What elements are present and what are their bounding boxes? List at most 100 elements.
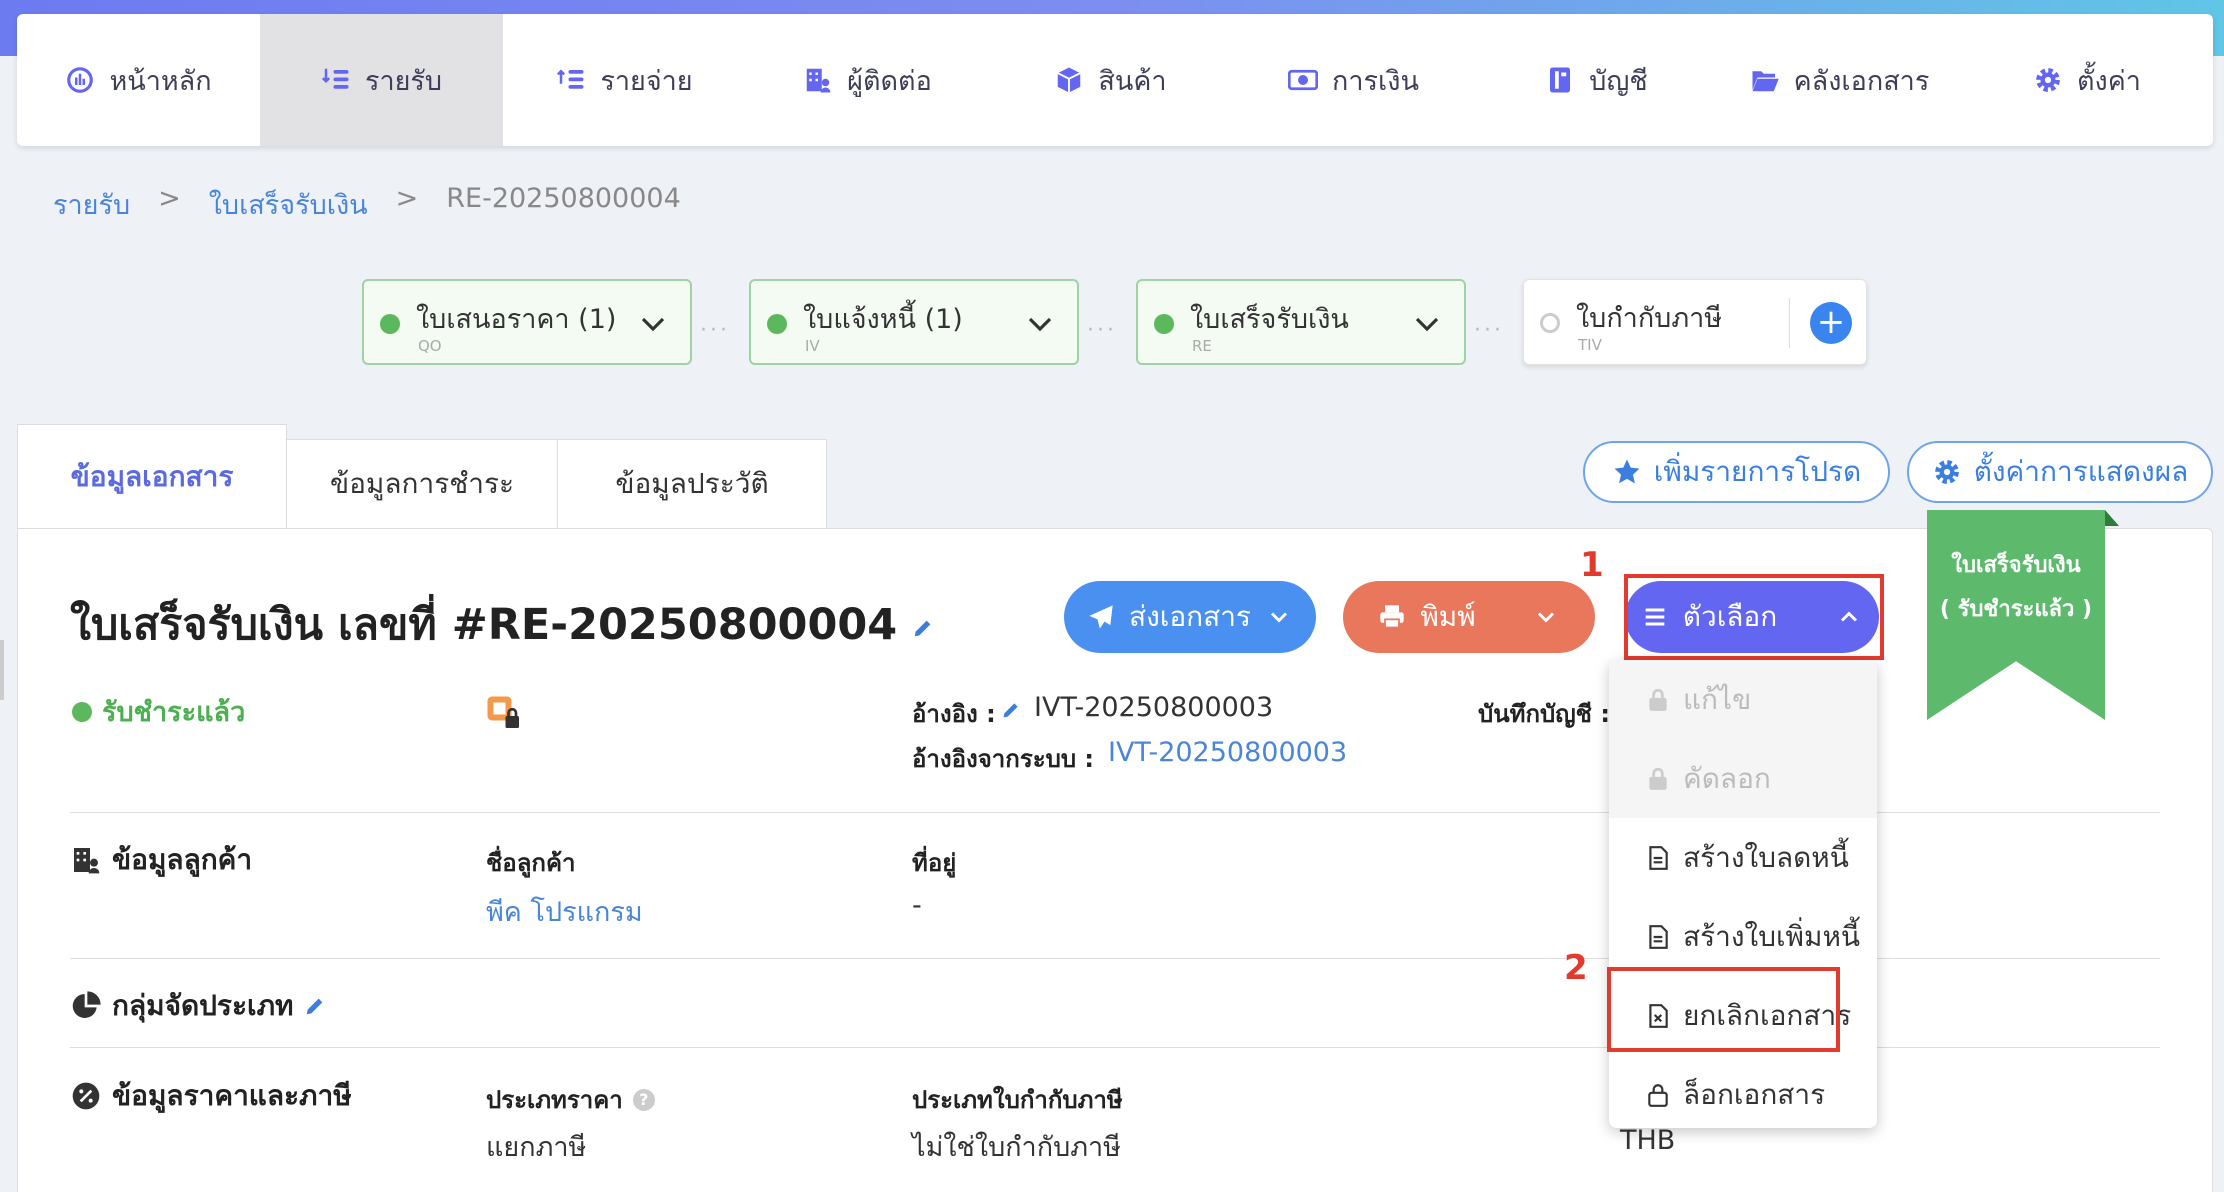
print-button[interactable]: พิมพ์ (1343, 581, 1595, 653)
breadcrumb-current: RE-20250800004 (446, 183, 681, 214)
side-scroll-tab[interactable] (0, 640, 4, 700)
tab-payment-info[interactable]: ข้อมูลการชำระ (286, 439, 558, 529)
customer-name-link[interactable]: พีค โปรแกรม (486, 890, 643, 933)
step-marker-1: 1 (1580, 545, 1604, 585)
add-favorite-label: เพิ่มรายการโปรด (1653, 455, 1862, 488)
menu-item-edit: แก้ไข (1609, 660, 1877, 739)
dashboard-icon (67, 67, 94, 93)
menu-item-label: แก้ไข (1683, 682, 1752, 716)
coins-in-icon (321, 68, 349, 89)
nav-item-documents[interactable]: คลังเอกสาร (1718, 14, 1961, 146)
nav-item-label: ตั้งค่า (2077, 65, 2141, 97)
customer-section-title: ข้อมูลลูกค้า (70, 838, 252, 882)
main-nav: หน้าหลัก รายรับ รายจ่าย ผู้ติดต่อ สินค้า… (17, 14, 2213, 146)
flow-step-invoice[interactable]: ใบแจ้งหนี้ (1) IV (749, 279, 1079, 365)
chevron-down-icon[interactable] (1532, 603, 1560, 631)
reference-label-text: อ้างอิง : (912, 700, 996, 728)
nav-item-expense[interactable]: รายจ่าย (503, 14, 746, 146)
tab-document-info[interactable]: ข้อมูลเอกสาร (17, 424, 287, 528)
chevron-down-icon[interactable] (638, 309, 668, 339)
system-reference-label: อ้างอิงจากระบบ : (912, 745, 1095, 773)
send-document-label: ส่งเอกสาร (1129, 600, 1251, 633)
nav-item-label: คลังเอกสาร (1793, 65, 1930, 97)
category-section-title: กลุ่มจัดประเภท (70, 984, 326, 1028)
nav-item-label: หน้าหลัก (109, 65, 212, 97)
reference-value: IVT-20250800003 (1034, 692, 1274, 723)
status-dot (767, 314, 787, 334)
document-icon (1649, 845, 1668, 870)
menu-item-create-credit-note[interactable]: สร้างใบลดหนี้ (1609, 818, 1877, 897)
tab-history-info[interactable]: ข้อมูลประวัติ (557, 439, 827, 529)
document-title-text: ใบเสร็จรับเงิน เลขที่ #RE-20250800004 (70, 600, 898, 650)
display-settings-button[interactable]: ตั้งค่าการแสดงผล (1907, 441, 2213, 503)
nav-item-home[interactable]: หน้าหลัก (17, 14, 260, 146)
breadcrumb-income[interactable]: รายรับ (53, 183, 130, 226)
star-icon (1614, 459, 1640, 484)
lock-icon (1649, 688, 1667, 711)
nav-item-label: สินค้า (1098, 65, 1167, 97)
paper-plane-icon (1089, 605, 1113, 629)
flow-step-tax-invoice[interactable]: ใบกำกับภาษี TIV + (1523, 279, 1867, 365)
breadcrumb-receipts[interactable]: ใบเสร็จรับเงิน (209, 183, 368, 226)
status-dot (380, 314, 400, 334)
ledger-book-icon (1550, 67, 1571, 93)
flow-step-title: ใบแจ้งหนี้ (1) (803, 304, 963, 335)
customer-name-label: ชื่อลูกค้า (486, 849, 576, 877)
nav-item-accounting[interactable]: บัญชี (1475, 14, 1718, 146)
flow-step-receipt[interactable]: ใบเสร็จรับเงิน RE (1136, 279, 1466, 365)
help-icon[interactable]: ? (632, 1088, 655, 1111)
nav-item-label: ผู้ติดต่อ (847, 65, 932, 97)
breadcrumb-separator: > (158, 183, 181, 214)
pencil-icon[interactable] (304, 995, 326, 1017)
flow-step-quotation[interactable]: ใบเสนอราคา (1) QO (362, 279, 692, 365)
system-reference-link[interactable]: IVT-20250800003 (1108, 737, 1347, 768)
price-type-label: ประเภทราคา ? (486, 1080, 655, 1119)
flow-step-code: RE (1192, 337, 1212, 355)
chevron-down-icon[interactable] (1025, 309, 1055, 339)
pencil-icon[interactable] (912, 617, 934, 639)
printer-icon (1380, 605, 1404, 629)
status-dot-empty (1540, 313, 1560, 333)
menu-item-label: สร้างใบเพิ่มหนี้ (1683, 919, 1861, 953)
ribbon-line-2: ( รับชำระแล้ว ) (1939, 597, 2093, 622)
locked-attachment-icon[interactable] (486, 695, 522, 731)
pencil-icon[interactable] (1001, 700, 1021, 720)
menu-item-create-debit-note[interactable]: สร้างใบเพิ่มหนี้ (1609, 897, 1877, 976)
add-favorite-button[interactable]: เพิ่มรายการโปรด (1583, 441, 1890, 503)
chevron-down-icon[interactable] (1412, 309, 1442, 339)
customer-section-label: ข้อมูลลูกค้า (112, 843, 253, 876)
nav-item-income[interactable]: รายรับ (260, 14, 503, 146)
document-title: ใบเสร็จรับเงิน เลขที่ #RE-20250800004 (70, 590, 934, 658)
category-section-label: กลุ่มจัดประเภท (112, 989, 294, 1022)
nav-item-products[interactable]: สินค้า (989, 14, 1232, 146)
lock-icon (1649, 767, 1667, 790)
coins-out-icon (557, 69, 584, 89)
lock-outline-icon (1648, 1083, 1668, 1107)
nav-item-contacts[interactable]: ผู้ติดต่อ (746, 14, 989, 146)
nav-item-settings[interactable]: ตั้งค่า (1961, 14, 2213, 146)
highlight-box-cancel (1607, 967, 1840, 1052)
reference-label: อ้างอิง : (912, 694, 996, 733)
nav-item-label: การเงิน (1332, 65, 1419, 97)
pricing-section-title: ข้อมูลราคาและภาษี (70, 1074, 352, 1118)
percent-badge-icon (72, 1082, 100, 1110)
add-tax-invoice-button[interactable]: + (1810, 302, 1852, 344)
pie-chart-icon (72, 991, 101, 1018)
nav-item-label: บัญชี (1589, 65, 1648, 97)
breadcrumb-separator: > (395, 183, 419, 214)
send-document-button[interactable]: ส่งเอกสาร (1064, 581, 1316, 653)
status-dot (1154, 314, 1174, 334)
step-marker-2: 2 (1564, 948, 1588, 988)
menu-item-copy: คัดลอก (1609, 739, 1877, 818)
nav-item-label: รายรับ (364, 65, 443, 97)
menu-item-label: สร้างใบลดหนี้ (1683, 840, 1849, 874)
contacts-building-icon (806, 68, 831, 93)
pricing-section-label: ข้อมูลราคาและภาษี (112, 1079, 352, 1112)
menu-item-lock-document[interactable]: ล็อกเอกสาร (1609, 1055, 1877, 1128)
tax-invoice-type-label: ประเภทใบกำกับภาษี (912, 1086, 1123, 1114)
nav-item-finance[interactable]: การเงิน (1232, 14, 1475, 146)
chevron-down-icon (1270, 612, 1287, 623)
flow-connector: ··· (1474, 318, 1504, 343)
money-icon (1288, 69, 1319, 91)
menu-item-label: คัดลอก (1683, 761, 1771, 795)
